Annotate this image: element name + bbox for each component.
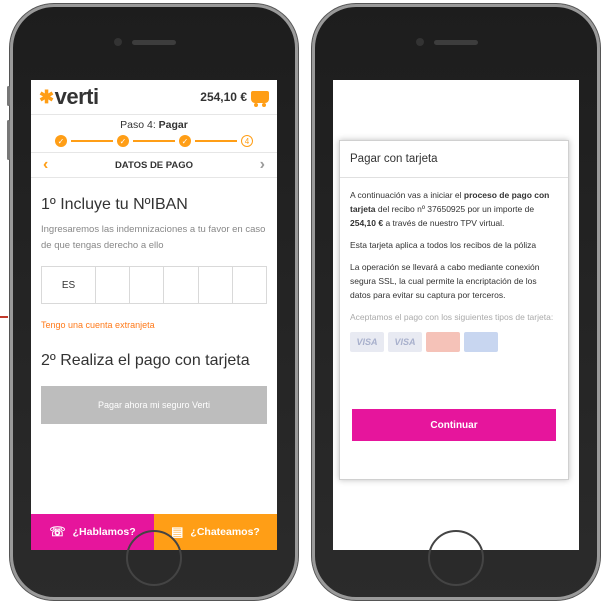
phone-left: ✱ verti 254,10 € Paso 4: Pagar ✓ ✓ ✓ 4 ‹… [7, 4, 298, 600]
modal-body: A continuación vas a iniciar el proceso … [340, 178, 568, 362]
payment-title: 2º Realiza el pago con tarjeta [41, 352, 250, 369]
intro-text-2: del recibo nº 37650925 por un importe de [375, 204, 535, 214]
verti-logo[interactable]: ✱ verti [39, 84, 99, 110]
screen-card-modal: Pagar con tarjeta A continuación vas a i… [333, 80, 579, 550]
chat-label: ¿Chateamos? [190, 526, 260, 538]
intro-bold-amount: 254,10 € [350, 218, 384, 228]
camera [416, 38, 424, 46]
call-label: ¿Hablamos? [72, 526, 136, 538]
mute-switch [7, 86, 10, 106]
step-connector [195, 140, 237, 142]
visa-icon: VISA [350, 332, 384, 352]
cart-icon [251, 91, 269, 107]
pager-title: DATOS DE PAGO [114, 159, 194, 171]
iban-title: 1º Incluye tu NºIBAN [41, 196, 188, 213]
iban-field-2[interactable] [96, 267, 131, 303]
maestro-icon [464, 332, 498, 352]
stepper: Paso 4: Pagar ✓ ✓ ✓ 4 [31, 115, 277, 147]
step-connector [133, 140, 175, 142]
chevron-right-icon[interactable]: › [260, 156, 265, 174]
phone-right: Pagar con tarjeta A continuación vas a i… [312, 4, 600, 600]
iban-field-3[interactable] [130, 267, 165, 303]
continue-button[interactable]: Continuar [352, 409, 556, 441]
speaker [434, 40, 478, 45]
iban-country-field[interactable]: ES [42, 267, 97, 303]
section-pager: ‹ DATOS DE PAGO › [31, 152, 277, 178]
modal-policy-note: Esta tarjeta aplica a todos los recibos … [350, 240, 537, 250]
app-header: ✱ verti 254,10 € [31, 80, 277, 115]
card-payment-modal: Pagar con tarjeta A continuación vas a i… [339, 140, 569, 480]
step-3-check-icon: ✓ [179, 135, 191, 147]
mastercard-icon [426, 332, 460, 352]
modal-accepted-cards-note: Aceptamos el pago con los siguientes tip… [350, 312, 554, 322]
speaker [132, 40, 176, 45]
cart-total: 254,10 € [200, 90, 247, 104]
intro-text-1: A continuación vas a iniciar el [350, 190, 464, 200]
step-connector [71, 140, 113, 142]
pay-now-button[interactable]: Pagar ahora mi seguro Verti [41, 386, 267, 424]
step-name: Pagar [158, 119, 188, 131]
home-button[interactable] [126, 530, 182, 586]
chevron-left-icon[interactable]: ‹ [43, 156, 48, 174]
step-4-indicator: 4 [241, 135, 253, 147]
modal-ssl-note: La operación se llevará a cabo mediante … [350, 262, 540, 300]
star-icon: ✱ [39, 86, 54, 107]
modal-title: Pagar con tarjeta [340, 141, 568, 178]
screen-payment-form: ✱ verti 254,10 € Paso 4: Pagar ✓ ✓ ✓ 4 ‹… [31, 80, 277, 550]
iban-description: Ingresaremos las indemnizaciones a tu fa… [41, 224, 266, 251]
annotation-arrow [0, 316, 8, 318]
visa-electron-icon: VISA [388, 332, 422, 352]
iban-input-group: ES [41, 266, 267, 304]
home-button[interactable] [428, 530, 484, 586]
iban-field-4[interactable] [164, 267, 199, 303]
modal-intro: A continuación vas a iniciar el proceso … [350, 188, 558, 230]
foreign-account-link[interactable]: Tengo una cuenta extranjeta [41, 320, 267, 330]
cart-summary[interactable]: 254,10 € [200, 90, 269, 107]
step-1-check-icon: ✓ [55, 135, 67, 147]
step-prefix: Paso 4: [120, 119, 156, 131]
camera [114, 38, 122, 46]
iban-field-5[interactable] [199, 267, 233, 303]
step-progress: ✓ ✓ ✓ 4 [31, 135, 277, 147]
logo-text: verti [54, 84, 99, 109]
card-logos: VISA VISA [350, 332, 558, 352]
iban-field-6[interactable] [233, 267, 266, 303]
volume-up-button [7, 120, 10, 160]
step-2-check-icon: ✓ [117, 135, 129, 147]
step-label: Paso 4: Pagar [31, 119, 277, 131]
intro-text-3: a través de nuestro TPV virtual. [383, 218, 505, 228]
phone-icon: ☏ [49, 524, 66, 539]
